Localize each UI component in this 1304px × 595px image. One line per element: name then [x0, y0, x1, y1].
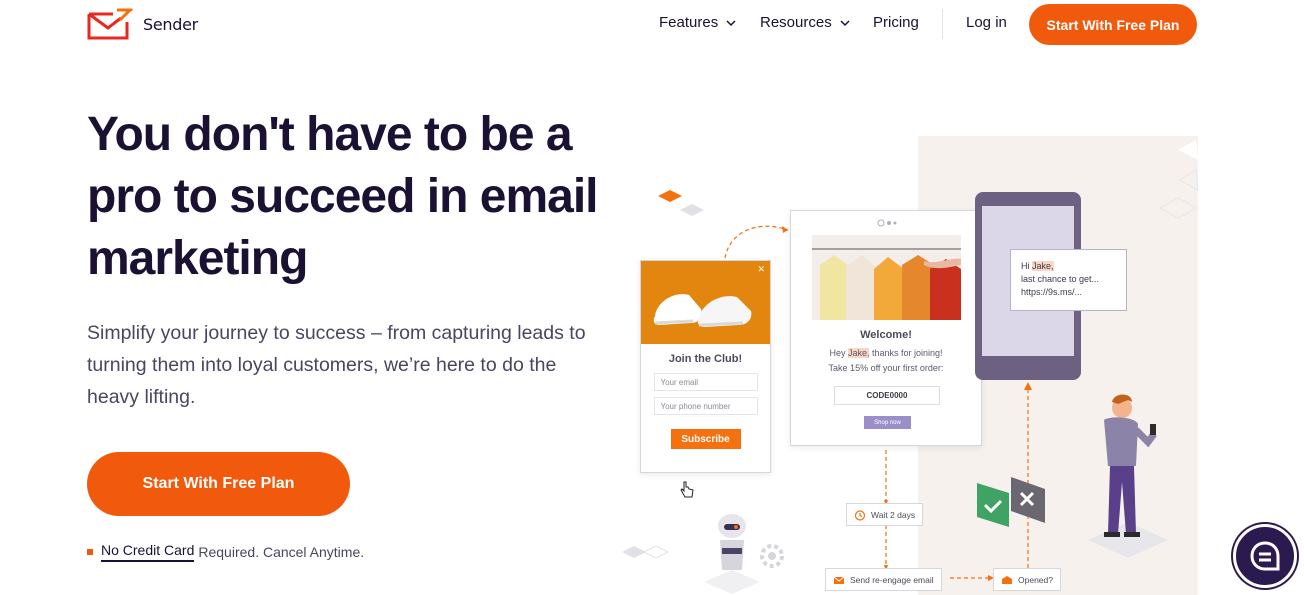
- sms-greeting: Hi: [1021, 261, 1032, 271]
- no-credit-card-link[interactable]: No Credit Card: [101, 542, 195, 562]
- note-text: Required. Cancel Anytime.: [198, 544, 365, 560]
- clothes-rack-image: [812, 235, 961, 320]
- welcome-name: Jake,: [847, 348, 870, 358]
- welcome-line1-suffix: thanks for joining!: [869, 348, 943, 358]
- nav-pricing[interactable]: Pricing: [873, 14, 919, 31]
- sms-bubble: Hi Jake, last chance to get... https://9…: [1010, 249, 1127, 311]
- welcome-line1-prefix: Hey: [829, 348, 848, 358]
- alarm-clock-icon: [854, 509, 866, 521]
- sms-line1: Hi Jake,: [1021, 260, 1116, 273]
- nav-login-label: Log in: [966, 14, 1007, 31]
- welcome-title: Welcome!: [860, 329, 912, 341]
- chat-icon: [1250, 541, 1280, 571]
- robot-illustration: [704, 514, 784, 594]
- bullet-icon: [87, 549, 93, 555]
- hand-cursor-icon: [680, 481, 694, 498]
- flow-opened-label: Opened?: [1018, 574, 1053, 585]
- sms-line3: https://9s.ms/...: [1021, 287, 1083, 297]
- nav-resources-label: Resources: [760, 14, 832, 31]
- brand-name: Sender: [143, 14, 198, 34]
- sms-line2: last chance to get...: [1021, 274, 1100, 284]
- brand-logo[interactable]: Sender: [87, 8, 198, 40]
- nav-resources[interactable]: Resources: [760, 14, 850, 31]
- nav-login[interactable]: Log in: [966, 14, 1007, 31]
- hero-headline: You don't have to be a pro to succeed in…: [87, 108, 598, 285]
- chevron-down-icon: [840, 19, 850, 26]
- phone-field[interactable]: Your phone number: [653, 397, 758, 415]
- signup-popup-card: ✕ Join the Club! Your email Your phone n…: [640, 260, 771, 473]
- open-envelope-icon: [1002, 575, 1012, 584]
- no-credit-card-note: No Credit Card Required. Cancel Anytime.: [87, 542, 364, 562]
- check-cross-tiles: [977, 477, 1045, 527]
- chat-widget-button[interactable]: [1233, 524, 1297, 588]
- subscribe-button[interactable]: Subscribe: [670, 429, 741, 449]
- popup-title: Join the Club!: [668, 353, 743, 365]
- hero-subtext: Simplify your journey to success – from …: [87, 322, 586, 408]
- window-dots-icon: [877, 219, 897, 227]
- nav-divider: [942, 9, 943, 39]
- sneakers-image: ✕: [641, 261, 770, 344]
- sms-name: Jake,: [1032, 261, 1054, 271]
- welcome-line2: Take 15% off your first order:: [828, 363, 944, 373]
- nav-pricing-label: Pricing: [873, 14, 919, 31]
- nav-features[interactable]: Features: [659, 14, 736, 31]
- discount-code-box: CODE0000: [834, 386, 940, 405]
- flow-wait-step: Wait 2 days: [846, 503, 924, 526]
- flow-wait-label: Wait 2 days: [871, 509, 916, 520]
- flow-opened-step: Opened?: [993, 568, 1061, 591]
- site-header: Sender Features Resources Pricing Log in…: [0, 0, 1304, 50]
- flow-reengage-step: Send re-engage email: [825, 568, 942, 591]
- chevron-down-icon: [726, 19, 736, 26]
- hero-start-free-button[interactable]: Start With Free Plan: [87, 452, 350, 516]
- envelope-icon: [833, 576, 845, 584]
- hero-illustration: ✕ Join the Club! Your email Your phone n…: [600, 120, 1304, 595]
- nav-features-label: Features: [659, 14, 719, 31]
- header-start-free-button[interactable]: Start With Free Plan: [1029, 4, 1197, 45]
- envelope-logo-icon: [87, 8, 133, 40]
- person-with-phone-illustration: [1088, 394, 1168, 558]
- welcome-line1: Hey Jake, thanks for joining!: [791, 348, 981, 358]
- welcome-email-card: Welcome! Hey Jake, thanks for joining! T…: [790, 210, 982, 446]
- flow-reengage-label: Send re-engage email: [850, 574, 934, 585]
- close-icon[interactable]: ✕: [757, 264, 765, 275]
- shop-now-button: Shop now: [864, 416, 911, 429]
- email-field[interactable]: Your email: [653, 373, 758, 391]
